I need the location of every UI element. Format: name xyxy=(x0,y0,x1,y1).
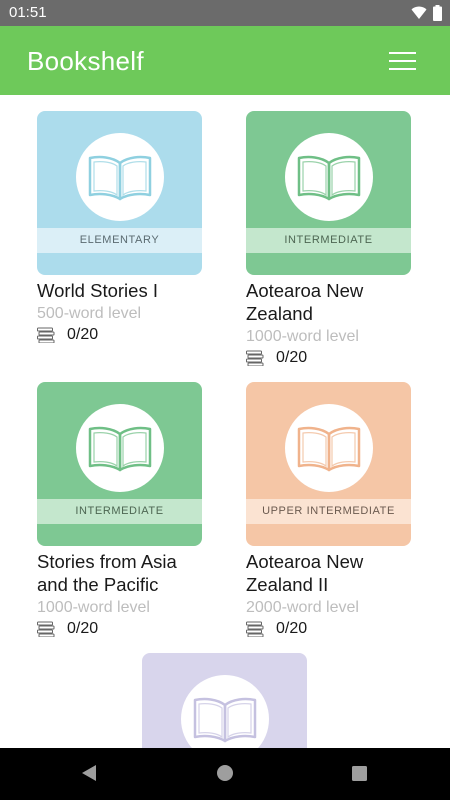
progress-count: 0/20 xyxy=(276,620,308,637)
open-book-icon xyxy=(88,155,152,201)
book-progress: 0/20 xyxy=(37,326,202,344)
book-cover: INTERMEDIATE xyxy=(37,382,202,546)
book-title: Aotearoa New Zealand II xyxy=(246,551,364,595)
open-book-icon xyxy=(193,697,257,743)
level-badge: INTERMEDIATE xyxy=(246,228,411,253)
progress-count: 0/20 xyxy=(276,349,308,366)
book-cover: ELEMENTARY xyxy=(37,111,202,275)
status-icons xyxy=(411,5,442,21)
progress-count: 0/20 xyxy=(67,620,99,637)
stacked-books-icon xyxy=(37,621,55,637)
cover-circle xyxy=(285,133,373,221)
stacked-books-icon xyxy=(246,350,264,366)
book-word-level: 500-word level xyxy=(37,305,142,322)
book-cover xyxy=(142,653,307,748)
book-title: Aotearoa New Zealand xyxy=(246,280,364,324)
book-progress: 0/20 xyxy=(37,620,202,638)
back-icon[interactable] xyxy=(80,763,98,783)
home-icon[interactable] xyxy=(216,763,234,783)
book-cover: INTERMEDIATE xyxy=(246,111,411,275)
book-word-level: 1000-word level xyxy=(37,599,150,616)
book-card[interactable]: INTERMEDIATE Aotearoa New Zealand 1000-w… xyxy=(246,111,411,367)
cover-circle xyxy=(76,404,164,492)
bookshelf-grid: ELEMENTARY World Stories I 500-word leve… xyxy=(0,95,450,748)
book-card[interactable]: INTERMEDIATE Stories from Asia and the P… xyxy=(37,382,202,638)
book-word-level: 2000-word level xyxy=(246,599,359,616)
book-progress: 0/20 xyxy=(246,620,411,638)
book-cover: UPPER INTERMEDIATE xyxy=(246,382,411,546)
page-title: Bookshelf xyxy=(27,46,144,76)
book-word-level: 1000-word level xyxy=(246,328,359,345)
book-card[interactable]: UPPER INTERMEDIATE Aotearoa New Zealand … xyxy=(246,382,411,638)
book-title: World Stories I xyxy=(37,280,158,301)
open-book-icon xyxy=(297,155,361,201)
book-card[interactable]: ELEMENTARY World Stories I 500-word leve… xyxy=(37,111,202,344)
level-badge: UPPER INTERMEDIATE xyxy=(246,499,411,524)
cover-circle xyxy=(285,404,373,492)
cover-circle xyxy=(181,675,269,748)
wifi-icon xyxy=(411,6,427,19)
navigation-bar xyxy=(0,748,450,800)
stacked-books-icon xyxy=(246,621,264,637)
battery-icon xyxy=(433,5,442,21)
open-book-icon xyxy=(297,426,361,472)
status-time: 01:51 xyxy=(9,4,47,21)
level-badge: ELEMENTARY xyxy=(37,228,202,253)
book-title: Stories from Asia and the Pacific xyxy=(37,551,177,595)
app-bar: Bookshelf xyxy=(0,26,450,95)
progress-count: 0/20 xyxy=(67,326,99,343)
menu-button[interactable] xyxy=(383,47,423,75)
recents-icon[interactable] xyxy=(351,763,369,783)
open-book-icon xyxy=(88,426,152,472)
status-bar: 01:51 xyxy=(0,0,450,26)
cover-circle xyxy=(76,133,164,221)
book-progress: 0/20 xyxy=(246,349,411,367)
level-badge: INTERMEDIATE xyxy=(37,499,202,524)
book-card[interactable] xyxy=(142,653,307,748)
stacked-books-icon xyxy=(37,327,55,343)
